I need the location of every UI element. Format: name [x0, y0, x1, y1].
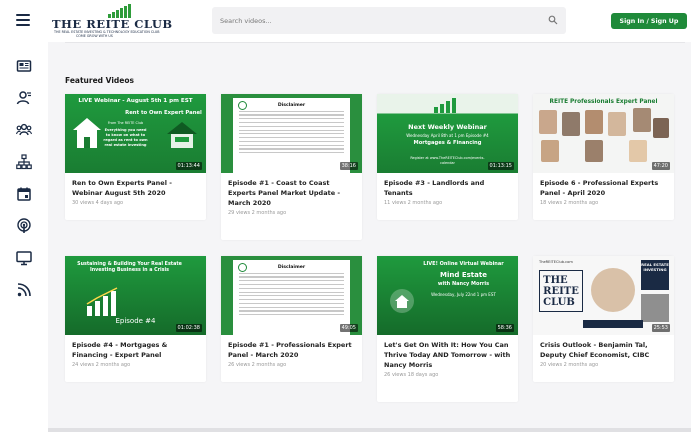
signin-button[interactable]: Sign In / Sign Up — [611, 13, 687, 29]
video-card[interactable]: REITE Professionals Expert Panel 47:20 E… — [533, 94, 674, 220]
video-duration: 38:16 — [339, 162, 358, 170]
thumb-text: Sustaining & Building Your Real Estate I… — [77, 262, 182, 274]
video-card[interactable]: Disclaimer 38:16 Episode #1 - Coast to C… — [221, 94, 362, 240]
blog-icon[interactable] — [0, 274, 48, 306]
search-input[interactable] — [220, 13, 520, 28]
video-meta: 26 views 18 days ago — [384, 372, 439, 379]
hamburger-icon[interactable] — [16, 14, 30, 27]
section-title: Featured Videos — [65, 76, 134, 85]
podcast-icon[interactable] — [0, 210, 48, 242]
thumb-text: Episode #4 — [115, 317, 156, 325]
host-photo — [641, 294, 669, 322]
video-title[interactable]: Episode #4 - Mortgages & Financing - Exp… — [65, 335, 206, 360]
thumb-text: Wednesday April 8th at 1 pm Episode #4 — [406, 133, 489, 138]
video-title[interactable]: Ren to Own Experts Panel - Webinar Augus… — [65, 173, 206, 198]
house-graphic-icon — [73, 118, 101, 148]
video-card[interactable]: LIVE! Online Virtual Webinar Mind Estate… — [377, 256, 518, 402]
video-meta: 20 views 2 months ago — [540, 362, 599, 369]
thumb-text: Mortgages & Financing — [413, 140, 482, 146]
video-title[interactable]: Episode 6 - Professional Experts Panel -… — [533, 173, 674, 198]
thumb-text: LIVE Webinar - August 5th 1 pm EST — [78, 98, 193, 104]
reite-club-badge: THE REITE CLUB — [539, 270, 583, 312]
calendar-icon[interactable] — [0, 178, 48, 210]
reite-club-logo[interactable]: THE REITE CLUB THE REAL ESTATE INVESTING… — [52, 4, 172, 38]
app-root: THE REITE CLUB THE REAL ESTATE INVESTING… — [0, 0, 691, 432]
logo-seal-icon — [238, 101, 247, 110]
divider — [65, 42, 685, 43]
video-duration: 01:13:44 — [175, 162, 202, 170]
video-meta: 26 views 2 months ago — [228, 362, 287, 369]
thumb-text: Everything you need to know on what to r… — [103, 128, 148, 147]
video-card[interactable]: Disclaimer 49:05 Episode #1 - Profession… — [221, 256, 362, 382]
logo-seal-icon — [238, 263, 247, 272]
video-thumbnail[interactable]: REITE Professionals Expert Panel 47:20 — [533, 94, 674, 173]
top-header: THE REITE CLUB THE REAL ESTATE INVESTING… — [48, 0, 691, 42]
thumb-text: Rent to Own Expert Panel — [125, 110, 202, 116]
video-thumbnail[interactable]: Disclaimer 38:16 — [221, 94, 362, 173]
video-meta: 30 views 4 days ago — [72, 200, 124, 207]
video-duration: 25:53 — [651, 324, 670, 332]
video-title[interactable]: Episode #1 - Professionals Expert Panel … — [221, 335, 362, 360]
video-card[interactable]: Next Weekly Webinar Wednesday April 8th … — [377, 94, 518, 220]
sidebar — [0, 0, 48, 432]
thumb-text: From The REITE Club — [107, 121, 144, 125]
thumb-text: Register at www.TheREITEClub.com/events-… — [410, 156, 485, 165]
video-duration: 49:05 — [339, 324, 358, 332]
bars-chart-icon — [434, 98, 456, 113]
house-circle-icon — [390, 289, 414, 313]
group-icon[interactable] — [0, 114, 48, 146]
video-title[interactable]: Crisis Outlook - Benjamin Tal, Deputy Ch… — [533, 335, 674, 360]
video-duration: 58:36 — [495, 324, 514, 332]
main-content: Featured Videos LIVE Webinar - August 5t… — [48, 42, 691, 432]
thumb-text: Mind Estate — [440, 271, 487, 279]
lower-third — [583, 320, 643, 328]
thumb-text: REAL ESTATE INVESTING — [641, 260, 669, 290]
thumb-text: TheREITEClub.com — [539, 260, 573, 264]
growth-chart-icon — [86, 287, 118, 316]
video-thumbnail[interactable]: LIVE Webinar - August 5th 1 pm EST Rent … — [65, 94, 206, 173]
video-duration: 01:02:38 — [175, 324, 202, 332]
video-card[interactable]: LIVE Webinar - August 5th 1 pm EST Rent … — [65, 94, 206, 220]
monitor-icon[interactable] — [0, 242, 48, 274]
rent-sign-icon — [167, 122, 197, 148]
footer-strip — [48, 428, 691, 432]
logo-wordmark: THE REITE CLUB — [52, 17, 173, 31]
video-duration: 47:20 — [651, 162, 670, 170]
video-meta: 29 views 2 months ago — [228, 210, 287, 217]
video-thumbnail[interactable]: Sustaining & Building Your Real Estate I… — [65, 256, 206, 335]
video-thumbnail[interactable]: TheREITEClub.com THE REITE CLUB REAL ESTAT… — [533, 256, 674, 335]
search-bar — [212, 7, 566, 34]
thumb-text: Next Weekly Webinar — [408, 123, 487, 131]
thumb-text: Disclaimer — [277, 265, 306, 270]
panelist-photos — [537, 108, 670, 165]
network-icon[interactable] — [0, 146, 48, 178]
video-card[interactable]: Sustaining & Building Your Real Estate I… — [65, 256, 206, 382]
video-thumbnail[interactable]: Next Weekly Webinar Wednesday April 8th … — [377, 94, 518, 173]
video-meta: 11 views 2 months ago — [384, 200, 443, 207]
logo-subtitle: COME GROW WITH US — [76, 34, 113, 38]
search-icon[interactable] — [548, 15, 558, 25]
logo-bars-icon — [108, 4, 131, 18]
news-icon[interactable] — [0, 50, 48, 82]
video-title[interactable]: Let's Get On With It: How You Can Thrive… — [377, 335, 518, 370]
thumb-text: with Nancy Morris — [437, 281, 490, 287]
video-thumbnail[interactable]: Disclaimer 49:05 — [221, 256, 362, 335]
user-icon[interactable] — [0, 82, 48, 114]
thumb-text: Disclaimer — [277, 103, 306, 108]
speaker-photo — [591, 268, 635, 312]
thumb-text: REITE Professionals Expert Panel — [549, 99, 658, 105]
video-thumbnail[interactable]: LIVE! Online Virtual Webinar Mind Estate… — [377, 256, 518, 335]
video-title[interactable]: Episode #1 - Coast to Coast Experts Pane… — [221, 173, 362, 208]
video-card[interactable]: TheREITEClub.com THE REITE CLUB REAL ESTAT… — [533, 256, 674, 382]
thumb-text: LIVE! Online Virtual Webinar — [423, 261, 504, 267]
video-meta: 24 views 2 months ago — [72, 362, 131, 369]
video-duration: 01:13:15 — [487, 162, 514, 170]
video-title[interactable]: Episode #3 - Landlords and Tenants — [377, 173, 518, 198]
video-meta: 18 views 2 months ago — [540, 200, 599, 207]
thumb-text: Wednesday, July 22nd 1 pm EST — [431, 292, 496, 297]
